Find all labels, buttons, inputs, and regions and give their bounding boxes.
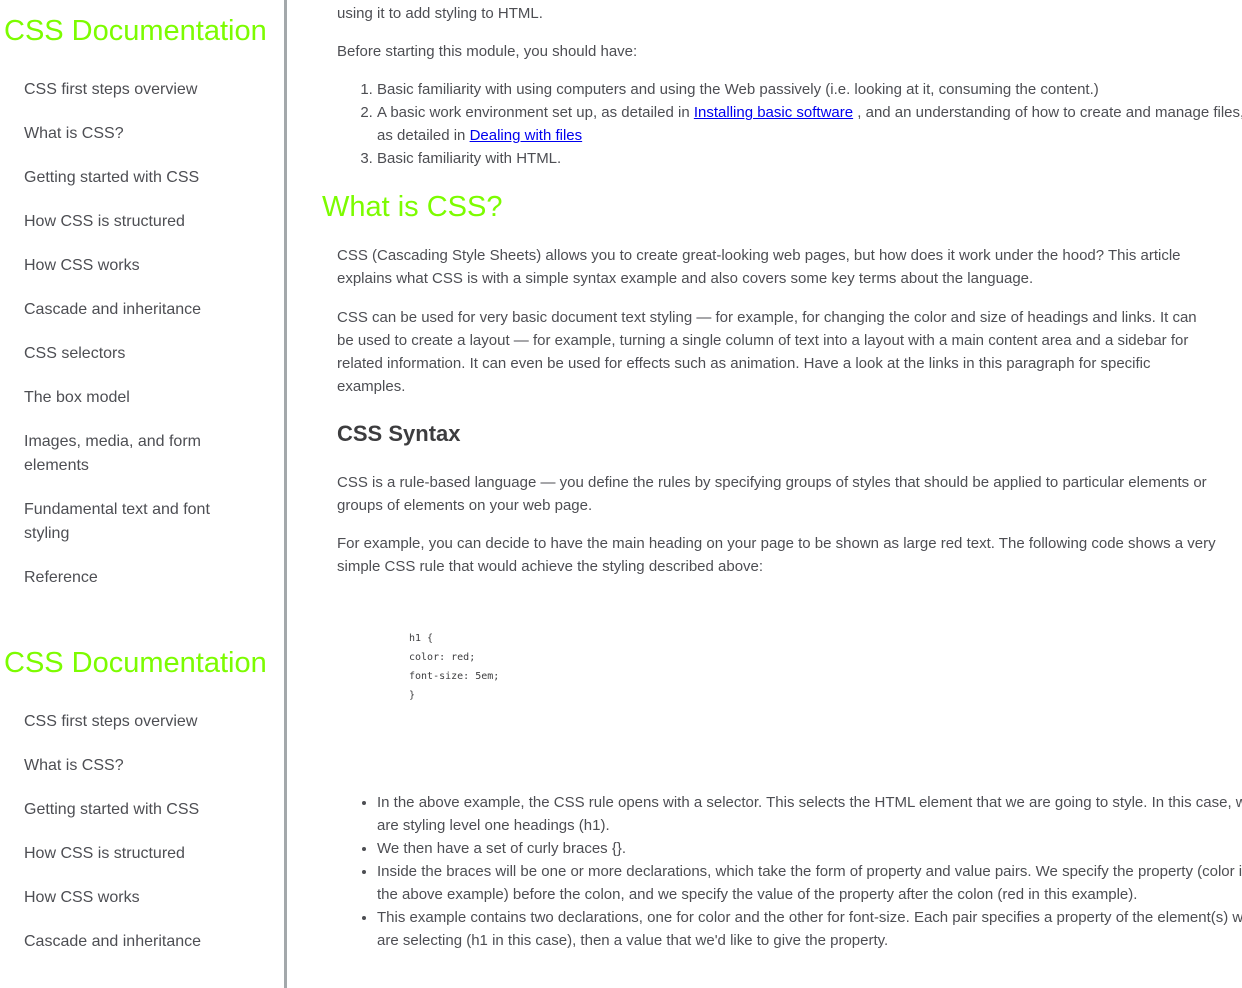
section-paragraph: For example, you can decide to have the … [337, 535, 1216, 575]
section-header: What is CSS? [322, 191, 503, 223]
code-block: h1 {color: red; font-size: 5em;} [409, 633, 500, 701]
installing-software-link[interactable]: Installing basic software [694, 104, 853, 121]
nav-link-getting-started[interactable]: Getting started with CSS [24, 788, 234, 832]
nav-link-images-media[interactable]: Images, media, and form elements [24, 420, 234, 488]
main-section-what-is-css: What is CSS? CSS (Cascading Style Sheets… [287, 190, 1242, 988]
nav-link-works[interactable]: How CSS works [24, 244, 234, 288]
section-paragraph: CSS can be used for very basic document … [337, 309, 1197, 395]
nav-link-structured[interactable]: How CSS is structured [24, 200, 234, 244]
prerequisites-list: Basic familiarity with using computers a… [337, 78, 1242, 170]
nav-link-cascade[interactable]: Cascade and inheritance [24, 920, 234, 964]
dealing-with-files-link[interactable]: Dealing with files [470, 127, 583, 144]
nav-link-what-is-css[interactable]: What is CSS? [24, 744, 234, 788]
list-item: This example contains two declarations, … [377, 906, 1242, 952]
nav-link-structured[interactable]: How CSS is structured [24, 832, 234, 876]
nav-link-box-model[interactable]: The box model [24, 376, 234, 420]
prereq-item: Basic familiarity with HTML. [377, 147, 1242, 170]
nav-link-overview[interactable]: CSS first steps overview [24, 700, 234, 744]
nav-link-getting-started[interactable]: Getting started with CSS [24, 156, 234, 200]
nav-link-text-font[interactable]: Fundamental text and font styling [24, 488, 234, 556]
nav-link-selectors[interactable]: CSS selectors [24, 332, 234, 376]
nav-header: CSS Documentation [4, 15, 267, 47]
intro-text: using it to add styling to HTML. [337, 5, 543, 22]
main-doc: using it to add styling to HTML. Before … [287, 0, 1242, 988]
list-item: Inside the braces will be one or more de… [377, 860, 1242, 906]
list-item: We then have a set of curly braces {}. [377, 837, 1242, 860]
nav-link-reference[interactable]: Reference [24, 556, 234, 600]
nav-list: CSS first steps overview What is CSS? Ge… [0, 68, 284, 600]
explanation-list: In the above example, the CSS rule opens… [337, 791, 1242, 952]
nav-header: CSS Documentation [4, 647, 267, 679]
prereq-item: A basic work environment set up, as deta… [377, 101, 1242, 147]
nav-link-overview[interactable]: CSS first steps overview [24, 68, 234, 112]
nav-list: CSS first steps overview What is CSS? Ge… [0, 700, 284, 964]
navbar: CSS Documentation CSS first steps overvi… [0, 0, 287, 988]
section-paragraph: CSS is a rule-based language — you defin… [337, 474, 1207, 514]
nav-link-works[interactable]: How CSS works [24, 876, 234, 920]
css-syntax-heading: CSS Syntax [337, 421, 461, 446]
section-paragraph: CSS (Cascading Style Sheets) allows you … [337, 247, 1181, 287]
list-item: In the above example, the CSS rule opens… [377, 791, 1242, 837]
prereq-item: Basic familiarity with using computers a… [377, 78, 1242, 101]
intro-before-text: Before starting this module, you should … [337, 43, 638, 60]
nav-link-what-is-css[interactable]: What is CSS? [24, 112, 234, 156]
nav-link-cascade[interactable]: Cascade and inheritance [24, 288, 234, 332]
